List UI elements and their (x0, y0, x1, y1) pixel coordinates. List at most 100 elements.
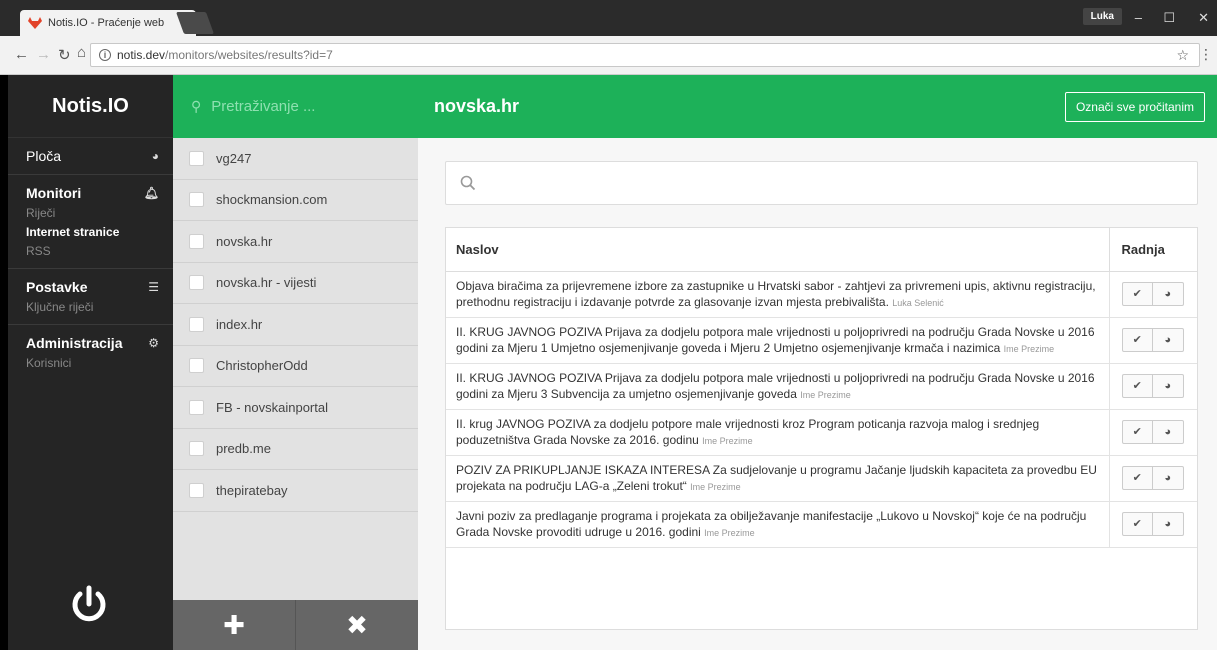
action-buttons: ✔ ◕ (1121, 374, 1184, 398)
remove-site-button[interactable]: ✖ (296, 600, 418, 650)
mark-read-check-icon[interactable]: ✔ (1123, 421, 1153, 443)
sidebar-settings: Postavke ☰ Ključne riječi (8, 269, 173, 325)
sidebar-monitors-head[interactable]: Monitori 🔔︎ (26, 185, 173, 201)
action-buttons: ✔ ◕ (1121, 420, 1184, 444)
site-checkbox[interactable] (189, 441, 204, 457)
browser-menu-icon[interactable]: ⋮ (1199, 46, 1213, 63)
site-search-input[interactable]: ⚲ Pretraživanje ... (173, 75, 418, 138)
main-content: novska.hr Označi sve pročitanim Naslov R… (418, 75, 1217, 650)
address-bar-row: ← → ↻ ⌂ i notis.dev/monitors/websites/re… (0, 36, 1217, 75)
site-checkbox[interactable] (189, 275, 204, 291)
site-search-placeholder: Pretraživanje ... (211, 98, 316, 115)
sidebar-item-websites[interactable]: Internet stranice (26, 225, 173, 239)
site-checkbox[interactable] (189, 192, 204, 208)
mark-read-check-icon[interactable]: ✔ (1123, 375, 1153, 397)
mark-read-check-icon[interactable]: ✔ (1123, 329, 1153, 351)
table-header-row: Naslov Radnja (446, 228, 1197, 272)
site-checkbox[interactable] (189, 316, 204, 332)
open-globe-icon[interactable]: ◕ (1153, 513, 1183, 535)
result-author: Ime Prezime (702, 435, 753, 446)
open-globe-icon[interactable]: ◕ (1153, 375, 1183, 397)
sidebar-item-words[interactable]: Riječi (26, 206, 173, 220)
site-list-item[interactable]: index.hr (173, 304, 418, 346)
close-window-icon[interactable]: ✕ (1198, 10, 1209, 26)
site-label: vg247 (216, 150, 252, 166)
results-search-input[interactable] (445, 161, 1198, 205)
site-list: vg247 shockmansion.com novska.hr novska.hr … (173, 138, 418, 512)
result-title-cell[interactable]: Objava biračima za prijevremene izbore z… (446, 271, 1109, 318)
site-list-item[interactable]: novska.hr - vijesti (173, 263, 418, 304)
result-actions: ✔ ◕ (1108, 317, 1197, 364)
search-icon: ⚲ (191, 98, 202, 114)
site-list-item[interactable]: shockmansion.com (173, 180, 418, 221)
window-border (0, 36, 8, 650)
minimize-icon[interactable]: – (1135, 10, 1142, 25)
brand-logo[interactable]: Notis.IO (8, 75, 173, 138)
site-list-item[interactable]: novska.hr (173, 221, 418, 263)
reload-icon[interactable]: ↻ (58, 46, 71, 64)
site-list-item[interactable]: predb.me (173, 429, 418, 470)
sidebar-settings-head[interactable]: Postavke ☰ (26, 279, 173, 295)
sidebar-monitors-label: Monitori (26, 185, 82, 201)
sidebar-admin-head[interactable]: Administracija ⚙ (26, 335, 173, 351)
site-checkbox[interactable] (189, 358, 204, 374)
bookmark-star-icon[interactable]: ☆ (1176, 47, 1189, 64)
gitlab-fox-icon (28, 17, 42, 29)
action-buttons: ✔ ◕ (1121, 282, 1184, 306)
url-input[interactable]: i notis.dev/monitors/websites/results?id… (90, 43, 1200, 67)
result-author: Ime Prezime (800, 389, 851, 400)
result-author: Luka Selenić (892, 297, 944, 308)
browser-tab[interactable]: Notis.IO - Praćenje web × (20, 10, 196, 36)
result-title-cell[interactable]: II. krug JAVNOG POZIVA za dodjelu potpor… (446, 409, 1109, 456)
profile-badge[interactable]: Luka (1082, 8, 1122, 25)
open-globe-icon[interactable]: ◕ (1153, 467, 1183, 489)
mark-read-check-icon[interactable]: ✔ (1123, 467, 1153, 489)
site-list-item[interactable]: FB - novskainportal (173, 387, 418, 429)
site-label: predb.me (216, 441, 271, 457)
home-icon[interactable]: ⌂ (77, 44, 86, 61)
result-actions: ✔ ◕ (1108, 409, 1197, 456)
add-site-button[interactable]: ✚ (173, 600, 296, 650)
col-action-header: Radnja (1108, 228, 1197, 272)
list-footer: ✚ ✖ (173, 600, 418, 650)
sidebar-admin: Administracija ⚙ Korisnici (8, 325, 173, 380)
mark-read-check-icon[interactable]: ✔ (1123, 513, 1153, 535)
table-row: POZIV ZA PRIKUPLJANJE ISKAZA INTERESA Za… (446, 455, 1197, 502)
action-buttons: ✔ ◕ (1121, 328, 1184, 352)
maximize-icon[interactable]: ☐ (1163, 10, 1175, 26)
action-buttons: ✔ ◕ (1121, 512, 1184, 536)
result-author: Ime Prezime (1003, 343, 1055, 354)
action-buttons: ✔ ◕ (1121, 466, 1184, 490)
result-title-cell[interactable]: II. KRUG JAVNOG POZIVA Prijava za dodjel… (446, 363, 1109, 410)
result-title-cell[interactable]: Javni poziv za predlaganje programa i pr… (446, 501, 1109, 548)
site-checkbox[interactable] (189, 233, 204, 249)
site-list-item[interactable]: ChristopherOdd (173, 346, 418, 387)
site-checkbox[interactable] (189, 150, 204, 166)
gear-icon: ⚙ (148, 336, 159, 350)
mark-all-read-button[interactable]: Označi sve pročitanim (1064, 91, 1205, 122)
col-title-header: Naslov (446, 228, 1109, 272)
dashboard-icon: ◕ (151, 149, 159, 163)
site-checkbox[interactable] (189, 482, 204, 498)
result-title-cell[interactable]: II. KRUG JAVNOG POZIVA Prijava za dodjel… (446, 317, 1109, 364)
open-globe-icon[interactable]: ◕ (1153, 421, 1183, 443)
sidebar-item-rss[interactable]: RSS (26, 244, 173, 258)
mark-read-check-icon[interactable]: ✔ (1123, 283, 1153, 305)
site-label: thepiratebay (216, 482, 288, 498)
table-row: II. KRUG JAVNOG POZIVA Prijava za dodjel… (446, 317, 1197, 364)
open-globe-icon[interactable]: ◕ (1153, 329, 1183, 351)
site-checkbox[interactable] (189, 399, 204, 415)
result-title-cell[interactable]: POZIV ZA PRIKUPLJANJE ISKAZA INTERESA Za… (446, 455, 1109, 502)
sidebar-item-users[interactable]: Korisnici (26, 356, 173, 370)
power-icon[interactable] (64, 580, 114, 630)
page-title: novska.hr (434, 96, 520, 116)
site-list-item[interactable]: thepiratebay (173, 470, 418, 512)
info-icon[interactable]: i (99, 49, 111, 61)
back-icon[interactable]: ← (14, 46, 29, 63)
result-actions: ✔ ◕ (1108, 455, 1197, 502)
open-globe-icon[interactable]: ◕ (1153, 283, 1183, 305)
site-list-item[interactable]: vg247 (173, 138, 418, 180)
forward-icon[interactable]: → (36, 46, 51, 63)
sidebar-dashboard[interactable]: Ploča ◕ (8, 138, 173, 175)
sidebar-item-keywords[interactable]: Ključne riječi (26, 300, 173, 314)
